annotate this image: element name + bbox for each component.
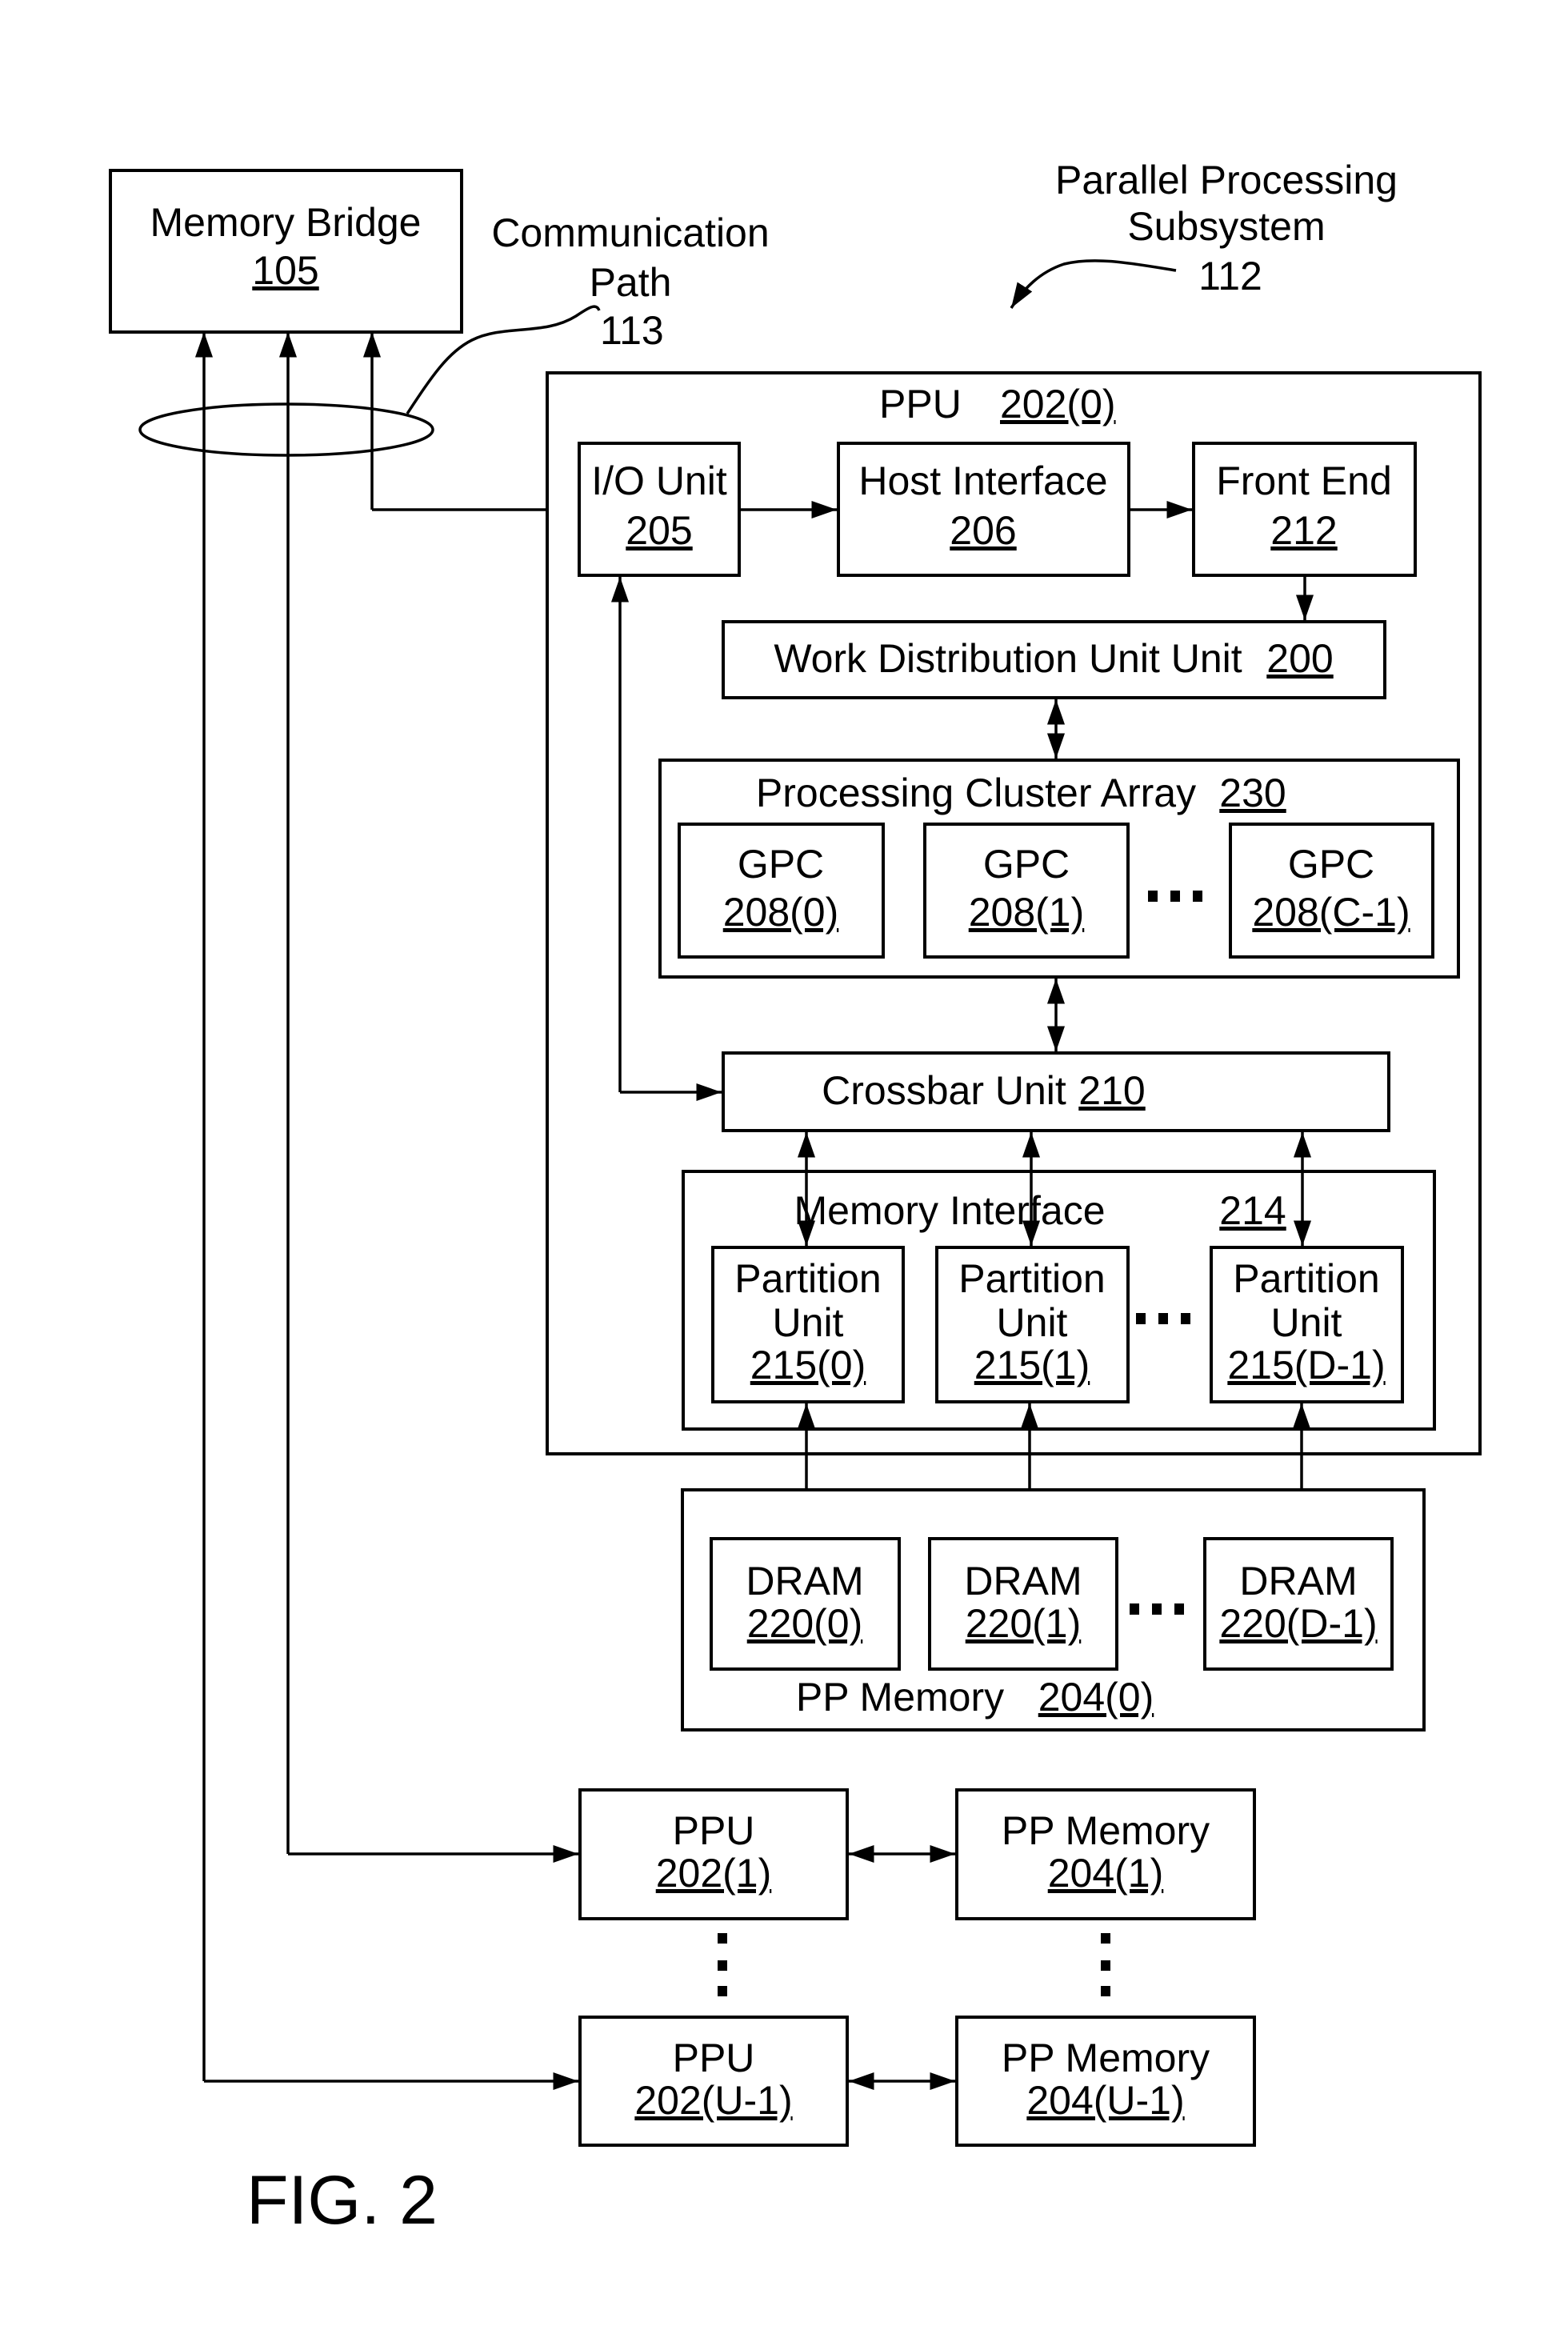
partition-label: Partition <box>958 1256 1105 1301</box>
host-interface-block[interactable]: Host Interface 206 <box>837 442 1130 577</box>
host-interface-label: Host Interface <box>858 458 1107 503</box>
work-distribution-unit-block[interactable]: Work Distribution Unit Unit 200 <box>722 620 1386 699</box>
memory-bridge-ref: 105 <box>252 248 318 293</box>
pp-memory1-label: PP Memory <box>1002 1808 1210 1853</box>
figure-title: FIG. 2 <box>246 2162 438 2239</box>
subsystem-label: Parallel Processing Subsystem 112 <box>1010 158 1398 309</box>
dram-ellipsis <box>1130 1603 1184 1615</box>
pca-label: Processing Cluster Array <box>756 771 1196 815</box>
gpc-label: GPC <box>1288 842 1374 887</box>
subsystem-ref: 112 <box>1198 254 1262 298</box>
partition-unit-0[interactable]: Partition Unit 215(0) <box>711 1246 905 1403</box>
comm-path-label-line2: Path <box>590 260 672 305</box>
partition-unit-last[interactable]: Partition Unit 215(D-1) <box>1210 1246 1404 1403</box>
gpc-label: GPC <box>738 842 824 887</box>
dram-label: DRAM <box>964 1559 1082 1603</box>
ppu-architecture-diagram: Parallel Processing Subsystem 112 Commun… <box>109 158 1482 2239</box>
gpc-block-1[interactable]: GPC 208(1) <box>923 823 1130 959</box>
gpc-ref: 208(0) <box>723 890 839 935</box>
gpc-label: GPC <box>983 842 1070 887</box>
dram-ref: 220(D-1) <box>1219 1601 1377 1646</box>
pp-memory-vertical-ellipsis <box>1101 1933 1110 1996</box>
partition-label-unit: Unit <box>997 1300 1068 1345</box>
dram-label: DRAM <box>746 1559 863 1603</box>
ppu-last-ref: 202(U-1) <box>634 2078 792 2123</box>
pp-memory-last-block[interactable]: PP Memory 204(U-1) <box>955 2016 1256 2147</box>
subsystem-label-line1: Parallel Processing <box>1055 158 1398 202</box>
ppu0-ref: 202(0) <box>1000 382 1116 426</box>
dram-block-1[interactable]: DRAM 220(1) <box>928 1537 1118 1671</box>
gpc-ref: 208(C-1) <box>1252 890 1410 935</box>
front-end-label: Front End <box>1216 458 1392 503</box>
pp-memory-last-label: PP Memory <box>1002 2036 1210 2080</box>
front-end-block[interactable]: Front End 212 <box>1192 442 1417 577</box>
ppu-last-block[interactable]: PPU 202(U-1) <box>578 2016 849 2147</box>
io-unit-block[interactable]: I/O Unit 205 <box>578 442 741 577</box>
memory-bridge-block[interactable]: Memory Bridge 105 <box>109 169 463 334</box>
comm-path-ref: 113 <box>600 308 664 353</box>
gpc-ellipsis <box>1148 891 1202 902</box>
ppu1-block[interactable]: PPU 202(1) <box>578 1788 849 1920</box>
crossbar-label: Crossbar Unit <box>822 1068 1066 1113</box>
gpc-block-last[interactable]: GPC 208(C-1) <box>1229 823 1434 959</box>
memory-interface-ref: 214 <box>1219 1188 1286 1233</box>
pca-ref: 230 <box>1219 771 1286 815</box>
pp-memory1-block[interactable]: PP Memory 204(1) <box>955 1788 1256 1920</box>
subsystem-pointer-arrow <box>1010 259 1177 309</box>
io-unit-ref: 205 <box>626 508 692 553</box>
ppu1-ref: 202(1) <box>656 1851 772 1896</box>
gpc-ref: 208(1) <box>969 890 1085 935</box>
comm-path-label-line1: Communication <box>491 210 769 255</box>
subsystem-label-line2: Subsystem <box>1127 204 1325 249</box>
gpc-block-0[interactable]: GPC 208(0) <box>678 823 885 959</box>
memory-bridge-label: Memory Bridge <box>150 200 422 245</box>
dram-ref: 220(1) <box>966 1601 1082 1646</box>
partition-ref: 215(D-1) <box>1227 1343 1385 1387</box>
io-unit-label: I/O Unit <box>591 458 727 503</box>
ppu0-label: PPU <box>879 382 962 426</box>
partition-label: Partition <box>734 1256 881 1301</box>
dram-block-0[interactable]: DRAM 220(0) <box>710 1537 901 1671</box>
partition-ref: 215(1) <box>974 1343 1090 1387</box>
partition-label-unit: Unit <box>1271 1300 1342 1345</box>
pp-memory0-label: PP Memory <box>796 1675 1004 1719</box>
dram-block-last[interactable]: DRAM 220(D-1) <box>1203 1537 1394 1671</box>
memory-interface-label: Memory Interface <box>794 1188 1105 1233</box>
wdu-label: Work Distribution Unit Unit <box>774 636 1242 681</box>
crossbar-unit-block[interactable]: Crossbar Unit 210 <box>722 1051 1390 1132</box>
comm-path-bundle-ellipse <box>138 402 434 457</box>
ppu1-label: PPU <box>673 1808 755 1853</box>
partition-label: Partition <box>1233 1256 1379 1301</box>
partition-unit-1[interactable]: Partition Unit 215(1) <box>935 1246 1130 1403</box>
crossbar-ref: 210 <box>1078 1068 1145 1113</box>
dram-label: DRAM <box>1239 1559 1357 1603</box>
wdu-ref: 200 <box>1266 636 1333 681</box>
dram-ref: 220(0) <box>747 1601 863 1646</box>
partition-ref: 215(0) <box>750 1343 866 1387</box>
front-end-ref: 212 <box>1270 508 1337 553</box>
pp-memory0-ref: 204(0) <box>1038 1675 1154 1719</box>
partition-ellipsis <box>1136 1313 1190 1324</box>
ppu-vertical-ellipsis <box>718 1933 727 1996</box>
pp-memory1-ref: 204(1) <box>1048 1851 1164 1896</box>
pp-memory-last-ref: 204(U-1) <box>1026 2078 1184 2123</box>
host-interface-ref: 206 <box>950 508 1016 553</box>
ppu-last-label: PPU <box>673 2036 755 2080</box>
partition-label-unit: Unit <box>773 1300 844 1345</box>
